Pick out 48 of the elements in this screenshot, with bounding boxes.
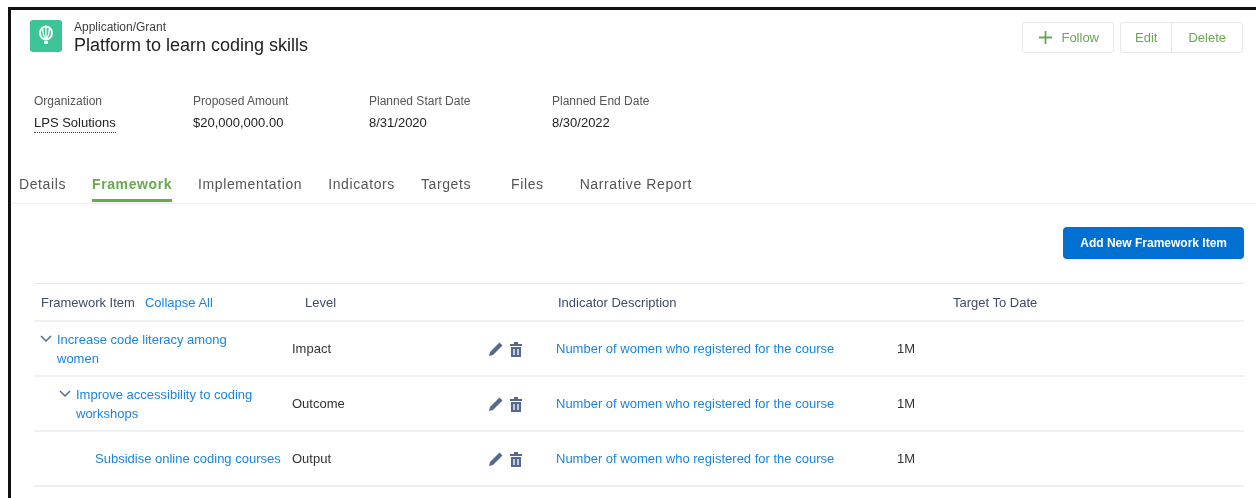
table-cell-text: Outcome [292,396,346,411]
action-button[interactable]: Edit [1120,22,1172,53]
field-value: $20,000,000.00 [193,115,285,130]
tab[interactable]: Targets [420,172,472,202]
record-title: Platform to learn coding skills [74,34,309,56]
column-header: Level [305,294,338,310]
delete-icon[interactable] [509,340,523,357]
tab[interactable]: Framework [92,172,173,202]
tab[interactable]: Details [19,172,66,202]
field-label: Planned End Date [552,94,650,108]
tab[interactable]: Indicators [328,172,395,202]
table-cell-text: Impact [292,341,332,356]
tab[interactable]: Files [511,172,544,202]
framework-item-link[interactable]: Improve accessibility to coding workshops [76,384,266,423]
object-type: Application/Grant [74,20,168,34]
add-framework-item-button[interactable]: Add New Framework Item [1063,227,1244,259]
indicator-link[interactable]: Number of women who registered for the course [556,451,897,466]
plus-icon [1039,31,1053,44]
organization-link[interactable]: LPS Solutions [34,115,116,133]
chevron-icon[interactable] [59,389,71,398]
action-button[interactable]: Delete [1171,22,1243,53]
tab[interactable]: Implementation [198,172,303,202]
table-cell: 1M [897,451,916,466]
indicator-link[interactable]: Number of women who registered for the course [556,341,897,356]
indicator-link[interactable]: Number of women who registered for the course [556,396,897,411]
delete-icon[interactable] [509,450,523,467]
framework-item-link[interactable]: Increase code literacy among women [57,329,247,368]
edit-icon[interactable] [488,450,504,467]
field-label: Organization [34,94,104,108]
column-header: Indicator Description [558,294,678,310]
follow-button[interactable]: Follow [1022,22,1114,53]
tab[interactable]: Narrative Report [579,172,692,202]
column-header: Framework Item [41,294,135,310]
edit-icon[interactable] [488,395,504,412]
column-header: Target To Date [953,294,1038,310]
field-value: 8/31/2020 [369,115,428,130]
delete-icon[interactable] [509,395,523,412]
table-cell: 1M [897,396,916,411]
chevron-icon[interactable] [40,334,52,343]
framework-item-link[interactable]: Subsidise online coding courses [95,449,285,468]
field-label: Proposed Amount [193,94,290,108]
table-cell: 1M [897,341,916,356]
lightbulb-icon [30,20,62,52]
collapse-all-link[interactable]: Collapse All [144,294,213,310]
edit-icon[interactable] [488,340,504,357]
field-label: Planned Start Date [369,94,472,108]
table-cell-text: Output [292,451,333,466]
field-value: 8/30/2022 [552,115,611,130]
